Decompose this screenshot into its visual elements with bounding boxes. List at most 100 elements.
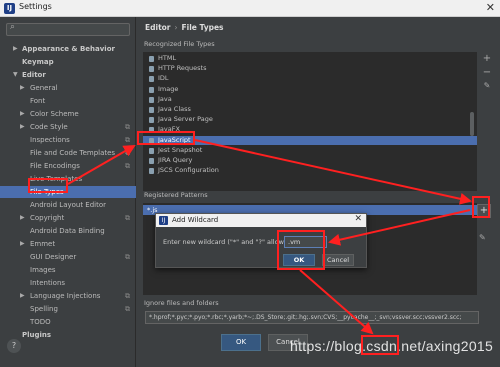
list-scrollbar[interactable] (470, 112, 474, 136)
sidebar-item-label: Copyright (30, 214, 65, 222)
settings-sidebar: ⌕ ▶ Appearance & Behavior Keymap ▼ Editor ▶ Ge… (0, 17, 136, 367)
file-type-row[interactable]: Image (143, 85, 477, 94)
chevron-right-icon[interactable]: ▶ (13, 43, 18, 55)
close-icon[interactable]: ✕ (486, 1, 495, 14)
sidebar-item-android-data-binding[interactable]: Android Data Binding (0, 225, 136, 237)
file-type-row[interactable]: Java (143, 95, 477, 104)
sidebar-item-emmet[interactable]: ▶ Emmet (0, 238, 136, 250)
file-type-icon (149, 56, 154, 62)
dialog-cancel-button[interactable]: Cancel (322, 254, 354, 266)
sidebar-item-spelling[interactable]: Spelling ⧉ (0, 303, 136, 315)
project-scope-icon: ⧉ (125, 253, 130, 261)
project-scope-icon: ⧉ (125, 292, 130, 300)
edit-pattern-button[interactable]: ✎ (479, 233, 486, 242)
file-type-row[interactable]: HTTP Requests (143, 64, 477, 73)
sidebar-item-label: Android Layout Editor (30, 201, 107, 209)
help-button[interactable]: ? (7, 339, 21, 353)
sidebar-item-file-and-code-templates[interactable]: File and Code Templates ⧉ (0, 147, 136, 159)
app-icon: IJ (4, 3, 15, 14)
sidebar-item-file-types[interactable]: File Types (0, 186, 136, 198)
chevron-right-icon[interactable]: ▶ (20, 82, 25, 94)
file-type-row[interactable]: HTML (143, 54, 477, 63)
project-scope-icon: ⧉ (125, 162, 130, 170)
sidebar-item-label: Intentions (30, 279, 66, 287)
sidebar-item-label: Editor (22, 71, 46, 79)
file-type-row[interactable]: JIRA Query (143, 156, 477, 165)
dialog-close-icon[interactable]: ✕ (354, 214, 362, 224)
sidebar-item-copyright[interactable]: ▶ Copyright ⧉ (0, 212, 136, 224)
dialog-title-bar: IJ Add Wildcard ✕ (156, 214, 366, 227)
sidebar-item-images[interactable]: Images (0, 264, 136, 276)
sidebar-item-label: Font (30, 97, 46, 105)
sidebar-item-todo[interactable]: TODO (0, 316, 136, 328)
chevron-down-icon[interactable]: ▼ (13, 69, 18, 81)
recognized-file-types-label: Recognized File Types (144, 40, 215, 48)
sidebar-item-code-style[interactable]: ▶ Code Style ⧉ (0, 121, 136, 133)
file-type-row[interactable]: IDL (143, 74, 477, 83)
sidebar-item-keymap[interactable]: Keymap (0, 56, 136, 68)
file-type-label: HTTP Requests (158, 64, 207, 73)
sidebar-item-file-encodings[interactable]: File Encodings ⧉ (0, 160, 136, 172)
chevron-right-icon[interactable]: ▶ (20, 238, 25, 250)
file-type-icon (149, 117, 154, 124)
file-types-list[interactable]: HTML HTTP Requests IDL Image Java Java Class J… (143, 52, 477, 191)
file-type-label: Java (158, 94, 172, 103)
file-type-row[interactable]: JSCS Configuration (143, 166, 477, 175)
sidebar-item-label: TODO (30, 318, 51, 326)
chevron-right-icon[interactable]: ▶ (20, 212, 25, 224)
sidebar-item-editor[interactable]: ▼ Editor (0, 69, 136, 81)
file-type-row[interactable]: Jest Snapshot (143, 146, 477, 155)
file-type-icon (149, 147, 154, 154)
ok-button[interactable]: OK (221, 334, 261, 351)
file-type-icon (149, 66, 154, 73)
sidebar-item-label: File Encodings (30, 162, 80, 170)
file-type-icon (149, 158, 154, 164)
project-scope-icon: ⧉ (125, 149, 130, 157)
sidebar-item-label: Color Scheme (30, 110, 79, 118)
file-type-label: JSCS Configuration (158, 166, 219, 175)
sidebar-item-label: Keymap (22, 58, 54, 66)
sidebar-item-appearance-behavior[interactable]: ▶ Appearance & Behavior (0, 43, 136, 55)
sidebar-item-general[interactable]: ▶ General (0, 82, 136, 94)
file-type-row[interactable]: Java Class (143, 105, 477, 114)
breadcrumb-separator: › (174, 23, 178, 32)
sidebar-item-label: Language Injections (30, 292, 101, 300)
sidebar-item-live-templates[interactable]: Live Templates (0, 173, 136, 185)
ignore-files-label: Ignore files and folders (144, 299, 219, 307)
sidebar-item-intentions[interactable]: Intentions (0, 277, 136, 289)
sidebar-item-label: General (30, 84, 58, 92)
remove-file-type-button[interactable]: − (482, 67, 492, 78)
title-bar: IJ Settings ✕ (0, 0, 500, 17)
search-icon: ⌕ (10, 22, 16, 32)
edit-file-type-button[interactable]: ✎ (482, 81, 492, 90)
sidebar-item-gui-designer[interactable]: GUI Designer ⧉ (0, 251, 136, 263)
file-type-label: JIRA Query (158, 156, 193, 164)
sidebar-item-label: Android Data Binding (30, 227, 105, 235)
file-type-icon (149, 168, 154, 175)
chevron-right-icon[interactable]: ▶ (20, 108, 25, 120)
settings-search-input[interactable]: ⌕ (6, 22, 130, 36)
ignore-files-input[interactable]: *.hprof;*.pyc;*.pyo;*.rbc;*.yarb;*~;.DS_… (145, 311, 479, 324)
dialog-title: Add Wildcard (172, 216, 219, 224)
sidebar-item-font[interactable]: Font (0, 95, 136, 107)
settings-window: IJ Settings ✕ ⌕ ▶ Appearance & Behavior Ke… (0, 0, 500, 367)
project-scope-icon: ⧉ (125, 136, 130, 144)
file-type-label: Image (158, 84, 179, 93)
chevron-right-icon[interactable]: ▶ (20, 290, 25, 302)
sidebar-item-language-injections[interactable]: ▶ Language Injections ⧉ (0, 290, 136, 302)
file-type-label: HTML (158, 54, 177, 62)
sidebar-item-label: File and Code Templates (30, 149, 116, 157)
sidebar-item-label: Images (30, 266, 56, 274)
sidebar-item-plugins[interactable]: Plugins (0, 329, 136, 341)
file-type-icon (149, 76, 154, 83)
file-type-label: Java Class (158, 105, 191, 113)
add-file-type-button[interactable]: + (482, 53, 492, 64)
sidebar-item-android-layout-editor[interactable]: Android Layout Editor (0, 199, 136, 211)
project-scope-icon: ⧉ (125, 123, 130, 131)
main-panel: Editor › File Types Recognized File Types … (137, 17, 500, 367)
breadcrumb-parent[interactable]: Editor (145, 23, 171, 32)
chevron-right-icon[interactable]: ▶ (20, 121, 25, 133)
sidebar-item-color-scheme[interactable]: ▶ Color Scheme (0, 108, 136, 120)
file-type-row[interactable]: Java Server Page (143, 115, 477, 124)
sidebar-item-inspections[interactable]: Inspections ⧉ (0, 134, 136, 146)
